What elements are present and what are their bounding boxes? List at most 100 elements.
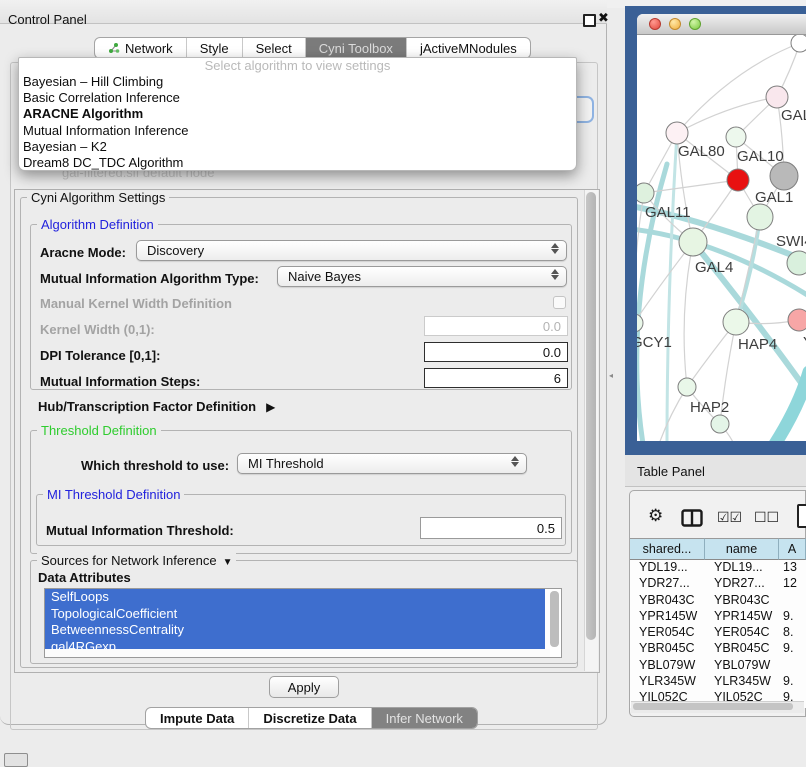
algorithm-option[interactable]: Mutual Information Inference bbox=[19, 123, 576, 139]
select-all-checkboxes-icon[interactable]: ☑☑ bbox=[717, 509, 742, 526]
table-cell: YER054C bbox=[705, 625, 779, 641]
expand-right-icon[interactable]: ▶ bbox=[266, 400, 275, 414]
table-row[interactable]: YBR045CYBR045C9. bbox=[630, 641, 806, 657]
network-node[interactable] bbox=[788, 309, 806, 331]
node-label: GAL bbox=[781, 107, 806, 124]
which-threshold-combo[interactable]: MI Threshold bbox=[237, 453, 527, 474]
stepper-icon bbox=[551, 269, 559, 280]
node-table: shared...nameA YDL19...YDL19...13YDR27..… bbox=[630, 538, 806, 708]
data-attribute-item[interactable]: SelfLoops bbox=[45, 589, 545, 606]
table-row[interactable]: YER054CYER054C8. bbox=[630, 625, 806, 641]
tab-style[interactable]: Style bbox=[187, 38, 243, 58]
tab-jactivemnodules[interactable]: jActiveMNodules bbox=[407, 38, 530, 58]
network-edge[interactable] bbox=[644, 180, 738, 193]
tab-cyni-toolbox[interactable]: Cyni Toolbox bbox=[306, 38, 407, 58]
table-cell bbox=[779, 658, 806, 674]
control-panel-title: Control Panel bbox=[8, 12, 87, 27]
network-node[interactable] bbox=[666, 122, 688, 144]
network-node[interactable] bbox=[747, 204, 773, 230]
dpi-tolerance-label: DPI Tolerance [0,1]: bbox=[40, 348, 160, 363]
node-label: GAL1 bbox=[755, 189, 793, 206]
aracne-mode-combo[interactable]: Discovery bbox=[136, 240, 567, 261]
data-attribute-item[interactable]: BetweennessCentrality bbox=[45, 622, 545, 639]
close-icon[interactable]: ✖ bbox=[598, 10, 609, 26]
column-header[interactable]: shared... bbox=[630, 538, 705, 560]
table-cell: YDL19... bbox=[630, 560, 705, 576]
bottom-tab-discretize-data[interactable]: Discretize Data bbox=[249, 708, 371, 728]
apply-button[interactable]: Apply bbox=[269, 676, 339, 698]
table-row[interactable]: YBL079WYBL079W bbox=[630, 658, 806, 674]
table-row[interactable]: YDL19...YDL19...13 bbox=[630, 560, 806, 576]
table-cell: YBR043C bbox=[705, 593, 779, 609]
algorithm-option[interactable]: Dream8 DC_TDC Algorithm bbox=[19, 155, 576, 171]
attr-list-hscroll[interactable] bbox=[45, 649, 550, 657]
network-window-titlebar[interactable] bbox=[637, 14, 806, 35]
data-attributes-list[interactable]: SelfLoopsTopologicalCoefficientBetweenne… bbox=[44, 588, 562, 658]
gear-icon[interactable]: ⚙ bbox=[648, 506, 663, 526]
table-row[interactable]: YDR27...YDR27...12 bbox=[630, 576, 806, 592]
network-node[interactable] bbox=[711, 415, 729, 433]
manual-kernel-checkbox[interactable] bbox=[553, 296, 566, 309]
zoom-traffic-light-icon[interactable] bbox=[689, 18, 701, 30]
network-node[interactable] bbox=[679, 228, 707, 256]
network-node[interactable] bbox=[678, 378, 696, 396]
tab-select[interactable]: Select bbox=[243, 38, 306, 58]
network-node[interactable] bbox=[770, 162, 798, 190]
close-traffic-light-icon[interactable] bbox=[649, 18, 661, 30]
table-hscroll-thumb[interactable] bbox=[633, 703, 793, 710]
split-divider-icon[interactable]: ◂ bbox=[609, 371, 613, 380]
network-edge[interactable] bbox=[775, 372, 806, 441]
minimize-traffic-light-icon[interactable] bbox=[669, 18, 681, 30]
network-edge[interactable] bbox=[677, 97, 777, 133]
column-header[interactable]: A bbox=[779, 538, 806, 560]
bottom-tab-impute-data[interactable]: Impute Data bbox=[146, 708, 249, 728]
table-cell: YER054C bbox=[630, 625, 705, 641]
tab-network[interactable]: Network bbox=[95, 38, 187, 58]
network-graph: GALGAL80GAL10GAL1GAL11SWI4GAL4GCY1HAP4YH… bbox=[637, 34, 806, 441]
mi-threshold-field[interactable]: 0.5 bbox=[420, 517, 562, 539]
sources-group-title: Sources for Network Inference▼ bbox=[37, 553, 236, 568]
control-panel-tabs: NetworkStyleSelectCyni ToolboxjActiveMNo… bbox=[94, 37, 531, 59]
mi-type-value: Naive Bayes bbox=[288, 269, 361, 284]
network-node[interactable] bbox=[766, 86, 788, 108]
partial-toolbar-icon[interactable] bbox=[797, 504, 806, 528]
table-row[interactable]: YBR043CYBR043C bbox=[630, 593, 806, 609]
bottom-left-partial-button[interactable] bbox=[4, 753, 28, 767]
data-attribute-item[interactable]: TopologicalCoefficient bbox=[45, 606, 545, 623]
algorithm-option[interactable]: Bayesian – K2 bbox=[19, 139, 576, 155]
float-window-icon[interactable] bbox=[583, 14, 596, 27]
table-row[interactable]: YPR145WYPR145W9. bbox=[630, 609, 806, 625]
kernel-width-field[interactable]: 0.0 bbox=[424, 316, 568, 336]
network-node[interactable] bbox=[723, 309, 749, 335]
collapse-down-icon[interactable]: ▼ bbox=[223, 557, 233, 568]
which-threshold-value: MI Threshold bbox=[248, 456, 324, 471]
algorithm-option[interactable]: ARACNE Algorithm bbox=[19, 106, 576, 122]
network-node[interactable] bbox=[637, 183, 654, 203]
attr-list-scrollbar-thumb[interactable] bbox=[550, 591, 559, 647]
deselect-all-checkboxes-icon[interactable]: ☐☐ bbox=[754, 509, 779, 526]
node-label: HAP4 bbox=[738, 336, 777, 353]
mi-steps-field[interactable]: 6 bbox=[424, 368, 568, 388]
table-cell: 8. bbox=[779, 625, 806, 641]
column-header[interactable]: name bbox=[705, 538, 779, 560]
network-node[interactable] bbox=[637, 314, 643, 332]
dpi-tolerance-field[interactable]: 0.0 bbox=[424, 342, 568, 362]
table-row[interactable]: YLR345WYLR345W9. bbox=[630, 674, 806, 690]
network-edge[interactable] bbox=[667, 133, 677, 441]
hub-transcription-section[interactable]: Hub/Transcription Factor Definition▶ bbox=[38, 399, 275, 414]
network-node[interactable] bbox=[787, 251, 806, 275]
control-panel-titlebar[interactable] bbox=[0, 0, 607, 24]
algorithm-option[interactable]: Basic Correlation Inference bbox=[19, 90, 576, 106]
network-node[interactable] bbox=[726, 127, 746, 147]
network-canvas[interactable]: GALGAL80GAL10GAL1GAL11SWI4GAL4GCY1HAP4YH… bbox=[637, 34, 806, 441]
bottom-tab-infer-network[interactable]: Infer Network bbox=[372, 708, 477, 728]
stepper-icon bbox=[511, 456, 519, 467]
network-node[interactable] bbox=[727, 169, 749, 191]
algorithm-option[interactable]: Bayesian – Hill Climbing bbox=[19, 74, 576, 90]
network-node[interactable] bbox=[791, 34, 806, 52]
mi-type-combo[interactable]: Naive Bayes bbox=[277, 266, 567, 287]
network-edge[interactable] bbox=[684, 242, 693, 387]
columns-icon[interactable] bbox=[681, 509, 703, 533]
settings-scrollbar-thumb[interactable] bbox=[586, 192, 596, 640]
table-cell: YLR345W bbox=[705, 674, 779, 690]
